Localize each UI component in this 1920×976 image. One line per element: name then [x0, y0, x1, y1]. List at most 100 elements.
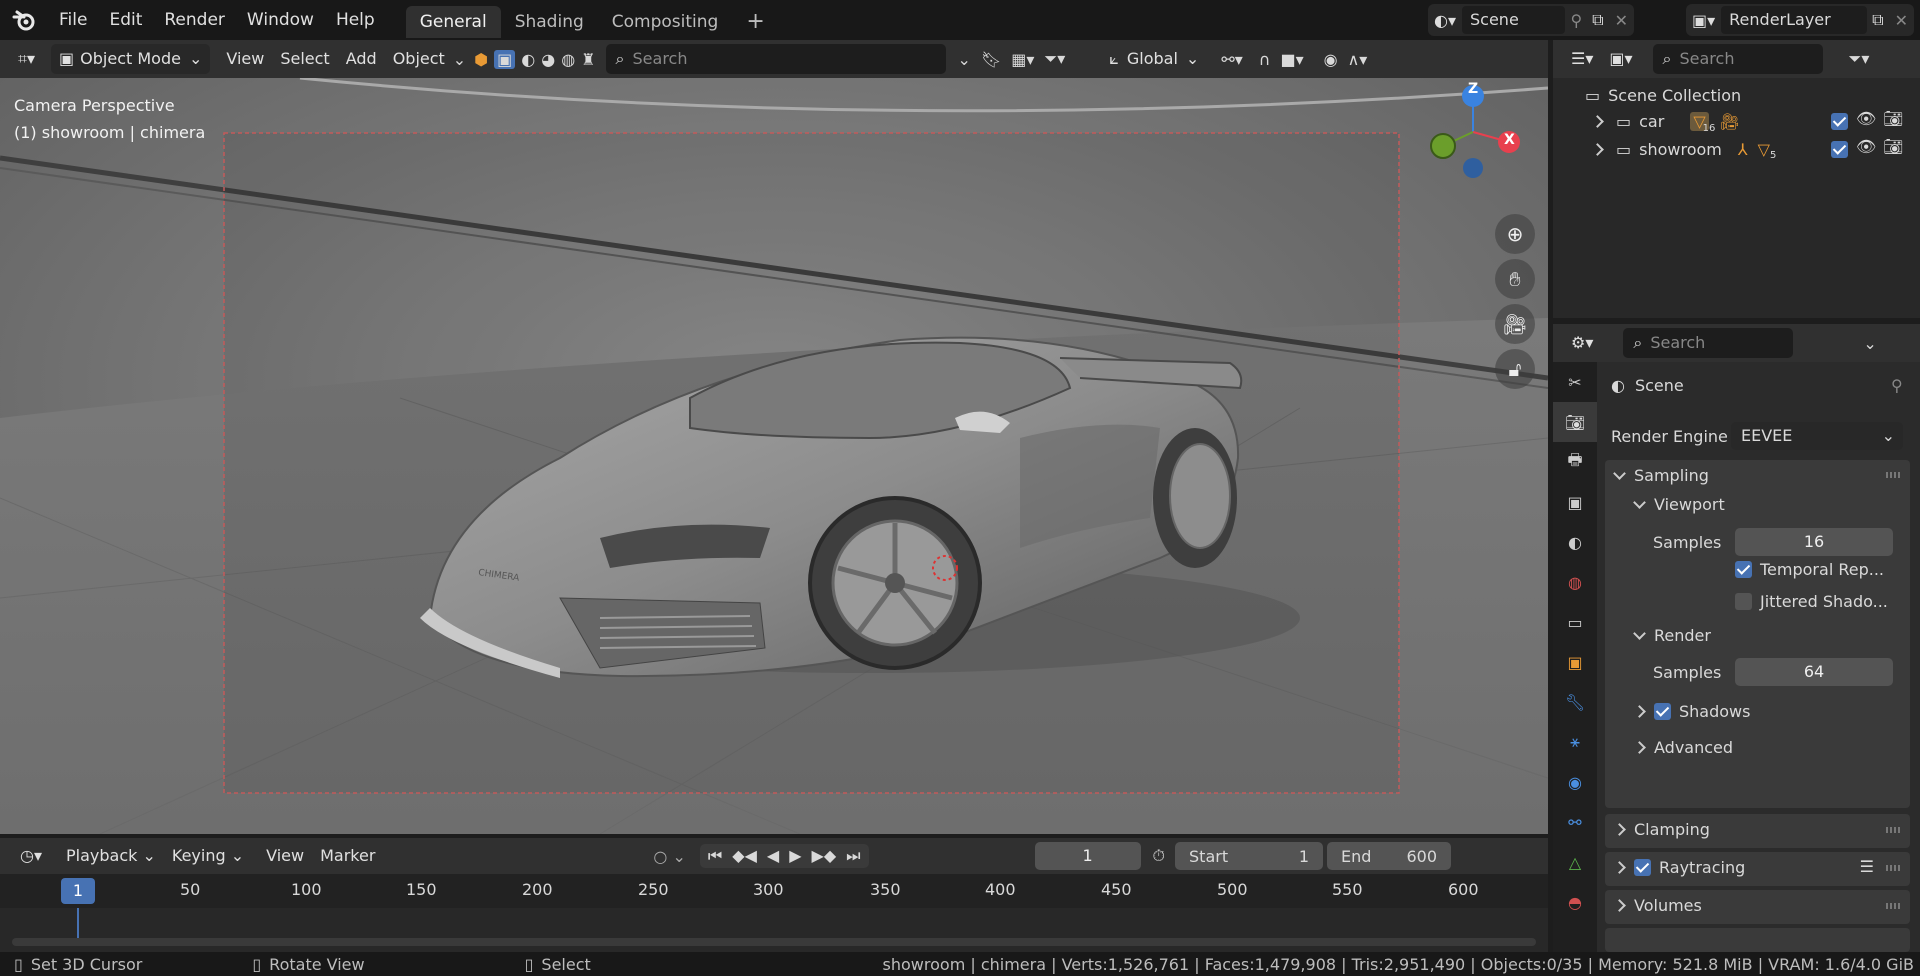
- pin-icon[interactable]: ⚲: [1565, 11, 1587, 30]
- sampling-header[interactable]: Sampling: [1613, 466, 1709, 485]
- blender-logo-icon[interactable]: [0, 0, 48, 40]
- jump-start-icon[interactable]: ⏮: [708, 846, 722, 866]
- expand-chevron-icon[interactable]: [1613, 861, 1626, 874]
- world-tab-icon[interactable]: ◍: [1553, 562, 1597, 602]
- scene-tab-icon[interactable]: ◐: [1553, 522, 1597, 562]
- modifier-tab-icon[interactable]: 🔧︎: [1553, 682, 1597, 722]
- menu-keying[interactable]: Keying ⌄: [164, 841, 252, 871]
- eye-icon[interactable]: 👁︎: [1856, 137, 1876, 156]
- pan-hand-icon[interactable]: ✋︎: [1495, 259, 1535, 299]
- outliner-search-field[interactable]: ⌕ Search: [1652, 44, 1823, 74]
- playhead-frame-indicator[interactable]: 1: [61, 878, 95, 904]
- temporal-reprojection-row[interactable]: Temporal Rep...: [1735, 560, 1884, 579]
- menu-help[interactable]: Help: [325, 0, 386, 40]
- exclude-checkbox[interactable]: [1831, 141, 1848, 158]
- menu-playback[interactable]: Playback ⌄: [58, 841, 164, 871]
- new-view-layer-icon[interactable]: ⧉: [1867, 10, 1888, 30]
- temporal-reprojection-checkbox[interactable]: [1735, 561, 1752, 578]
- menu-window[interactable]: Window: [236, 0, 325, 40]
- tab-general[interactable]: General: [405, 6, 501, 38]
- close-icon[interactable]: ✕: [1889, 11, 1914, 30]
- chevron-down-icon[interactable]: ⌄: [453, 50, 466, 69]
- start-frame-field[interactable]: Start 1: [1175, 842, 1324, 870]
- play-reverse-icon[interactable]: ◀: [767, 846, 779, 866]
- outliner-item-showroom[interactable]: ▭ showroom ⅄ ▽ 5 👁︎ 📷︎: [1553, 136, 1920, 162]
- zoom-icon[interactable]: ⊕: [1495, 214, 1535, 254]
- collapse-chevron-icon[interactable]: [1613, 466, 1626, 480]
- material-tab-icon[interactable]: ◓: [1553, 882, 1597, 922]
- view-layer-tab-icon[interactable]: ▣: [1553, 482, 1597, 522]
- snap-target-icon[interactable]: ■▾: [1280, 50, 1303, 69]
- auto-key-icon[interactable]: ○ ⌄: [653, 847, 685, 866]
- navigation-gizmo[interactable]: Z X: [1425, 81, 1540, 194]
- pivot-icon[interactable]: ⚯▾: [1221, 50, 1242, 69]
- falloff-icon[interactable]: ∧▾: [1348, 50, 1368, 69]
- 3d-viewport[interactable]: CHIMERA Camera Perspective (1) showroom …: [0, 78, 1548, 834]
- end-frame-field[interactable]: End 600: [1327, 842, 1452, 870]
- filter-icon[interactable]: ⏷▾: [1849, 49, 1870, 69]
- raytracing-checkbox[interactable]: [1634, 859, 1651, 876]
- menu-edit[interactable]: Edit: [98, 0, 153, 40]
- menu-marker[interactable]: Marker: [312, 841, 383, 871]
- render-camera-icon[interactable]: 📷︎: [1883, 137, 1903, 156]
- viewport-subpanel-header[interactable]: Viewport: [1633, 495, 1725, 514]
- tool-tab-icon[interactable]: ✂: [1553, 362, 1597, 402]
- drag-handle-icon[interactable]: [1886, 827, 1900, 833]
- menu-render[interactable]: Render: [153, 0, 236, 40]
- drag-handle-icon[interactable]: [1886, 472, 1900, 478]
- menu-add[interactable]: Add: [338, 44, 385, 74]
- search-field[interactable]: ⌕ Search: [605, 44, 946, 74]
- bookmark-icon[interactable]: 🔖︎: [981, 50, 1001, 69]
- shadows-checkbox[interactable]: [1654, 703, 1671, 720]
- timeline-scrollbar[interactable]: [12, 938, 1536, 946]
- editor-type-icon[interactable]: ◷▾: [12, 841, 50, 871]
- object-types-icon[interactable]: ⬢ ▣ ◐ ◕ ◍ ♜: [474, 49, 596, 69]
- object-tab-icon[interactable]: ▣: [1553, 642, 1597, 682]
- collapse-chevron-icon[interactable]: [1633, 495, 1646, 509]
- collection-tab-icon[interactable]: ▭: [1553, 602, 1597, 642]
- jittered-shadows-checkbox[interactable]: [1735, 593, 1752, 610]
- editor-type-icon[interactable]: ⚙▾: [1563, 328, 1601, 358]
- viewport-samples-field[interactable]: 16: [1735, 528, 1893, 556]
- render-camera-icon[interactable]: 📷︎: [1883, 109, 1903, 128]
- render-engine-dropdown[interactable]: EEVEE ⌄: [1731, 422, 1903, 450]
- render-tab-icon[interactable]: 📷︎: [1553, 402, 1597, 442]
- drag-handle-icon[interactable]: [1886, 903, 1900, 909]
- menu-view[interactable]: View: [218, 44, 272, 74]
- expand-chevron-icon[interactable]: [1613, 823, 1626, 836]
- constraints-tab-icon[interactable]: ⚯: [1553, 802, 1597, 842]
- prev-keyframe-icon[interactable]: ◆◀: [732, 846, 757, 866]
- editor-type-icon[interactable]: ☰▾: [1563, 44, 1601, 74]
- mesh-visibility-icon[interactable]: ⬢: [474, 50, 488, 69]
- world-icon[interactable]: ◍: [561, 50, 575, 69]
- display-mode-icon[interactable]: ▣▾: [1601, 44, 1640, 74]
- lock-camera-icon[interactable]: 🔓︎: [1495, 349, 1535, 389]
- material-preview-icon[interactable]: ◐: [521, 50, 535, 69]
- advanced-subpanel-header[interactable]: Advanced: [1633, 738, 1733, 757]
- render-subpanel-header[interactable]: Render: [1633, 626, 1711, 645]
- expand-chevron-icon[interactable]: [1591, 142, 1604, 156]
- drag-handle-icon[interactable]: [1886, 865, 1900, 871]
- clamping-panel[interactable]: Clamping: [1605, 814, 1910, 848]
- camera-view-icon[interactable]: 🎥︎: [1495, 304, 1535, 344]
- collapse-chevron-icon[interactable]: [1633, 626, 1646, 640]
- menu-object[interactable]: Object: [385, 44, 453, 74]
- jump-end-icon[interactable]: ⏭: [846, 846, 860, 866]
- exclude-checkbox[interactable]: [1831, 113, 1848, 130]
- snap-icon[interactable]: ∩: [1259, 50, 1271, 69]
- menu-view[interactable]: View: [258, 841, 312, 871]
- transform-orientation-selector[interactable]: ⟀ Global ⌄: [1101, 44, 1207, 74]
- collection-icon[interactable]: ▦▾: [1011, 50, 1034, 69]
- add-workspace-icon[interactable]: +: [732, 6, 778, 38]
- scene-collection-row[interactable]: ▭ Scene Collection: [1585, 82, 1741, 108]
- stopwatch-icon[interactable]: ⏱: [1153, 846, 1165, 866]
- editor-type-icon[interactable]: ⌗▾: [10, 44, 43, 74]
- next-keyframe-icon[interactable]: ▶◆: [812, 846, 837, 866]
- pin-icon[interactable]: ⚲: [1891, 376, 1903, 395]
- properties-search-field[interactable]: ⌕ Search: [1623, 328, 1794, 358]
- physics-tab-icon[interactable]: ◉: [1553, 762, 1597, 802]
- menu-file[interactable]: File: [48, 0, 98, 40]
- eye-icon[interactable]: 👁︎: [1856, 109, 1876, 128]
- render-samples-field[interactable]: 64: [1735, 658, 1893, 686]
- close-icon[interactable]: ✕: [1609, 11, 1634, 30]
